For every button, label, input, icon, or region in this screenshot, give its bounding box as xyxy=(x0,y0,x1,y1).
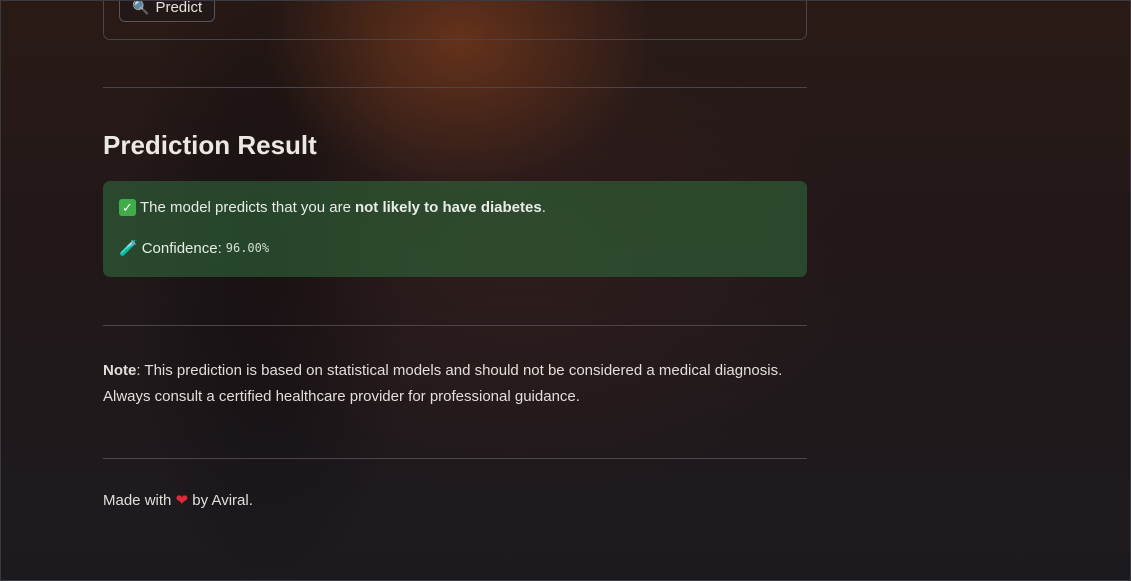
check-mark-icon: ✓ xyxy=(119,199,136,216)
confidence-label: Confidence: xyxy=(141,239,222,257)
heart-icon: ❤ xyxy=(175,492,189,509)
footer-prefix: Made with xyxy=(103,492,172,509)
magnifier-icon: 🔍 xyxy=(132,0,150,15)
disclaimer-note: Note: This prediction is based on statis… xyxy=(103,358,807,410)
divider xyxy=(103,325,807,326)
divider xyxy=(103,87,807,88)
prediction-message: ✓ The model predicts that you are not li… xyxy=(119,199,546,216)
prediction-suffix: . xyxy=(541,199,546,216)
test-tube-icon: 🧪 xyxy=(119,240,138,257)
predict-button-label: Predict xyxy=(155,0,203,16)
confidence-message: 🧪 Confidence: 96.00% xyxy=(119,239,270,258)
note-label: Note xyxy=(103,362,137,379)
result-heading: Prediction Result xyxy=(103,130,317,160)
result-alert: ✓ The model predicts that you are not li… xyxy=(103,181,807,277)
predict-button[interactable]: 🔍 Predict xyxy=(119,0,216,22)
footer-suffix: by Aviral. xyxy=(192,492,253,509)
note-text: : This prediction is based on statistica… xyxy=(103,362,783,405)
prediction-prefix: The model predicts that you are xyxy=(140,199,351,216)
footer-credit: Made with ❤ by Aviral. xyxy=(103,491,253,509)
confidence-value: 96.00% xyxy=(225,241,270,255)
prediction-outcome: not likely to have diabetes xyxy=(354,199,542,216)
divider xyxy=(103,458,807,459)
